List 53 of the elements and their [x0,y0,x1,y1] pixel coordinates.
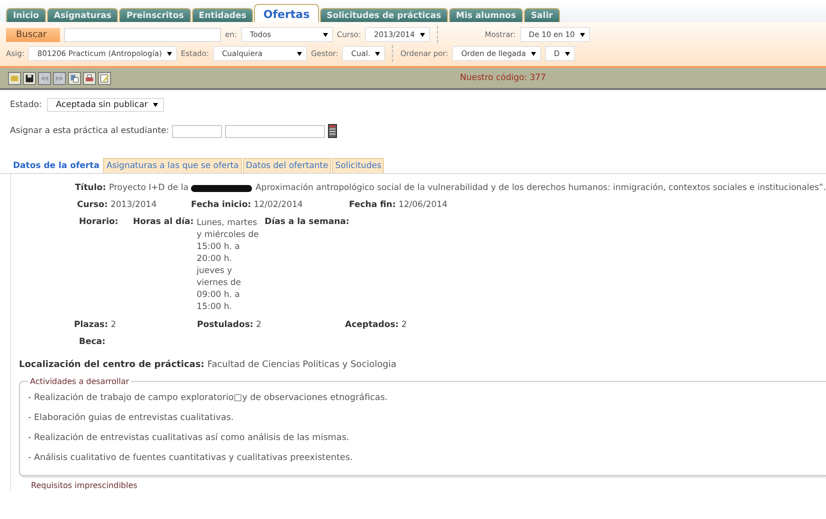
nav-tab[interactable]: Entidades [192,8,254,22]
copy-icon[interactable] [68,72,81,84]
field-value: Facultad de Ciencias Politicas y Sociologia [207,360,396,370]
title-text: Proyecto I+D de la [108,183,188,193]
student-id-field[interactable] [172,124,222,138]
field-value: 2 [110,320,116,330]
field-label: Postulados: [197,320,254,330]
search-field[interactable] [64,28,221,42]
nav-tab[interactable]: Inicio [6,8,46,22]
field-label: Título: [75,183,106,193]
field-label: Localización del centro de prácticas: [19,360,204,370]
field-label: Fecha fin: [349,200,396,210]
field-label: Curso: [77,200,108,210]
nav-tab[interactable]: Mis alumnos [449,8,523,22]
field-value: 2013/2014 [110,200,157,210]
nav-tab[interactable]: Salir [524,8,560,22]
activity-item: - Realización de trabajo de campo exploratorio□y de observaciones etnográficas. [28,393,389,403]
detail-tab[interactable]: Solicitudes [332,158,384,173]
field-label: Beca: [79,337,106,347]
print-icon[interactable] [83,72,96,84]
nav-tab[interactable]: Solicitudes de prácticas [320,8,448,22]
detail-tab[interactable]: Datos del ofertante [242,158,332,173]
list-icon[interactable] [328,124,338,138]
section-legend: Requisitos imprescindibles [31,481,826,490]
field-value: 12/06/2014 [398,200,448,210]
nav-tab[interactable]: Asignaturas [46,8,118,22]
field-label: Asignar a esta práctica al estudiante: [10,126,170,136]
field-label: Aceptados: [345,320,399,330]
field-label: Días a la semana: [264,217,350,227]
activity-item: - Realización de entrevistas cualitativas así como análisis de las mismas. [28,433,350,443]
field-label: Horario: [79,217,120,227]
search-button[interactable]: Buscar [6,28,60,42]
open-icon[interactable] [8,72,21,84]
section-legend: Actividades a desarrollar [28,377,132,386]
edit-icon[interactable] [98,72,111,84]
student-name-field[interactable] [225,124,326,138]
status-select[interactable]: Aceptada sin publicar [46,98,164,112]
field-value: 2 [256,320,262,330]
title-text: Aproximación antropológico social de la vulnerabilidad y de los derechos humanos: inmigración, contextos sociales e institucionales”. [255,183,826,193]
field-label: Plazas: [74,320,108,330]
field-label: Estado: [10,100,42,110]
record-code: Nuestro código: 377 [460,73,546,83]
detail-tab[interactable]: Asignaturas a las que se oferta [103,158,242,173]
save-icon[interactable] [23,72,36,84]
nav-tab[interactable]: Preinscritos [119,8,191,22]
field-value: 2 [401,320,407,330]
field-label: Horas al día: [133,217,194,227]
activity-item: - Análisis cualitativo de fuentes cuantitativas y cualitativas preexistentes. [28,453,354,463]
activity-item: - Elaboración guias de entrevistas cualitativas. [28,413,235,423]
nav-tab[interactable]: Ofertas [254,4,319,22]
field-value: Lunes, martes y miércoles de 15:00 h. a 20:00 h. jueves y viernes de 09:00 h. a 15:00 h. [196,217,260,313]
field-label: Fecha inicio: [191,200,252,210]
field-value: 12/02/2014 [254,200,303,210]
